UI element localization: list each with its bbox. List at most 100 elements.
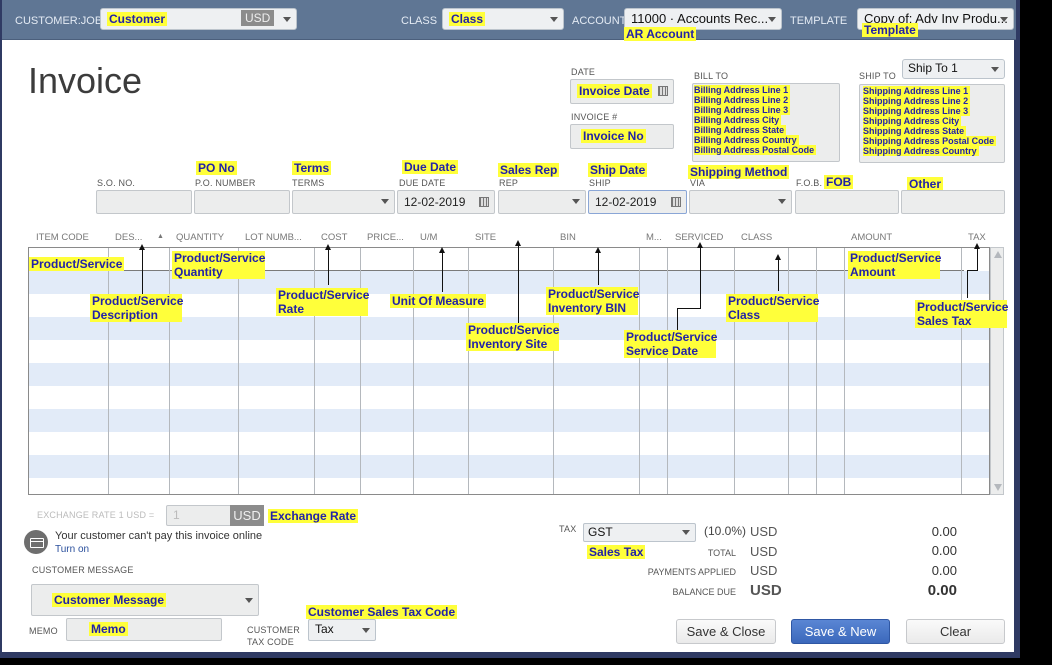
- customer-message-label: CUSTOMER MESSAGE: [32, 565, 134, 575]
- bill-to-label: BILL TO: [694, 71, 729, 81]
- via-select[interactable]: [689, 190, 792, 214]
- customer-job-label: CUSTOMER:JOB: [15, 15, 103, 27]
- column-header[interactable]: SITE: [475, 232, 496, 243]
- tax-currency: USD: [750, 524, 778, 539]
- description-annotation: Product/Service Description: [90, 294, 184, 322]
- tax-label: TAX: [559, 524, 577, 534]
- bill-to-line: Billing Address Postal Code: [694, 145, 817, 155]
- class-line-annotation: Product/Service Class: [726, 294, 820, 322]
- tax-select[interactable]: GST: [583, 523, 696, 542]
- scroll-up-icon[interactable]: [994, 251, 1002, 258]
- column-divider: [360, 248, 361, 494]
- class-annotation: Class: [449, 12, 486, 26]
- so-no-field[interactable]: [96, 190, 192, 214]
- service-date-annotation: Product/Service Service Date: [624, 330, 718, 358]
- total-currency: USD: [750, 544, 778, 559]
- column-header[interactable]: M...: [646, 232, 662, 243]
- column-header[interactable]: BIN: [560, 232, 576, 243]
- account-value: 11000 · Accounts Rec...: [631, 11, 769, 26]
- calendar-icon[interactable]: [479, 197, 489, 207]
- turn-on-link[interactable]: Turn on: [55, 544, 89, 555]
- class-select[interactable]: Class: [442, 8, 564, 30]
- serviced-pointer-line: [677, 308, 678, 330]
- grid-scrollbar[interactable]: [990, 247, 1004, 495]
- exchange-rate-value: 1: [173, 508, 180, 522]
- bill-to-line: Billing Address City: [694, 115, 782, 125]
- quantity-annotation: Product/Service Quantity: [172, 251, 266, 279]
- calendar-icon[interactable]: [671, 197, 681, 207]
- payments-currency: USD: [750, 563, 778, 578]
- window-border: [1016, 0, 1020, 658]
- rep-select[interactable]: [498, 190, 586, 214]
- ship-to-line: Shipping Address Line 1: [863, 86, 971, 96]
- chevron-down-icon: [768, 17, 776, 22]
- column-divider: [468, 248, 469, 494]
- column-header[interactable]: LOT NUMB...: [245, 232, 302, 243]
- table-row[interactable]: [29, 455, 989, 478]
- customer-message-select[interactable]: Customer Message: [31, 584, 259, 616]
- customer-job-select[interactable]: Customer USD: [100, 8, 297, 30]
- ship-date-field[interactable]: 12-02-2019: [588, 190, 687, 214]
- customer-tax-code-select[interactable]: Tax: [308, 619, 376, 641]
- serviced-pointer-arrow: [697, 242, 703, 308]
- chevron-down-icon: [682, 530, 690, 535]
- column-header[interactable]: DES...: [115, 232, 142, 243]
- customer-annotation: Customer: [107, 12, 168, 26]
- fob-label: F.O.B.: [796, 178, 823, 188]
- fob-field[interactable]: [795, 190, 899, 214]
- column-header[interactable]: CLASS: [741, 232, 772, 243]
- column-divider: [844, 248, 845, 494]
- invoice-no-field[interactable]: Invoice No: [570, 124, 674, 149]
- credit-card-icon: [24, 530, 48, 554]
- due-date-field[interactable]: 12-02-2019: [397, 190, 495, 214]
- column-header[interactable]: ITEM CODE: [36, 232, 89, 243]
- column-divider: [553, 248, 554, 494]
- ship-to-select[interactable]: Ship To 1: [902, 59, 1005, 79]
- exchange-rate-field[interactable]: 1: [166, 505, 232, 526]
- rep-label: REP: [499, 178, 519, 188]
- table-row[interactable]: [29, 386, 989, 409]
- terms-select[interactable]: [292, 190, 395, 214]
- table-row[interactable]: [29, 363, 989, 386]
- column-header[interactable]: COST: [321, 232, 347, 243]
- calendar-icon[interactable]: [658, 86, 668, 96]
- table-row[interactable]: [29, 432, 989, 455]
- window-border: [0, 652, 1020, 658]
- ship-date-value: 12-02-2019: [595, 195, 657, 209]
- table-row[interactable]: [29, 478, 989, 494]
- chevron-down-icon: [778, 199, 786, 204]
- clear-button[interactable]: Clear: [906, 619, 1005, 644]
- customer-tax-code-value: Tax: [315, 622, 334, 636]
- tax-rate: (10.0%): [704, 524, 747, 538]
- customer-tax-code-label: CUSTOMER: [247, 625, 300, 635]
- table-row[interactable]: [29, 409, 989, 432]
- via-label: VIA: [690, 178, 706, 188]
- other-annotation: Other: [907, 177, 944, 191]
- ship-to-line: Shipping Address Line 3: [863, 106, 971, 116]
- balance-due-amount: 0.00: [927, 582, 957, 599]
- chevron-down-icon: [550, 17, 558, 22]
- line-items-table[interactable]: [28, 247, 990, 495]
- column-header[interactable]: TAX: [968, 232, 986, 243]
- ship-to-label: SHIP TO: [859, 71, 896, 81]
- other-field[interactable]: [901, 190, 1005, 214]
- invoice-date-field[interactable]: Invoice Date: [570, 79, 674, 104]
- sales-tax-annotation: Sales Tax: [587, 545, 646, 559]
- column-header[interactable]: PRICE...: [367, 232, 404, 243]
- bill-to-address[interactable]: Billing Address Line 1 Billing Address L…: [692, 83, 840, 162]
- save-close-button[interactable]: Save & Close: [676, 619, 776, 644]
- column-header[interactable]: QUANTITY: [176, 232, 224, 243]
- save-new-button[interactable]: Save & New: [791, 619, 890, 644]
- tax-pointer-arrow: [974, 243, 980, 270]
- rate-pointer-arrow: [325, 244, 331, 285]
- chevron-down-icon: [283, 17, 291, 22]
- ship-to-address[interactable]: Shipping Address Line 1 Shipping Address…: [859, 84, 1005, 163]
- po-number-field[interactable]: [194, 190, 290, 214]
- scroll-down-icon[interactable]: [994, 484, 1002, 491]
- tax-pointer-line: [967, 270, 978, 271]
- column-header[interactable]: U/M: [420, 232, 437, 243]
- chevron-down-icon: [245, 598, 253, 603]
- chevron-down-icon: [1000, 17, 1008, 22]
- column-header[interactable]: AMOUNT: [851, 232, 892, 243]
- memo-field[interactable]: Memo: [66, 618, 222, 641]
